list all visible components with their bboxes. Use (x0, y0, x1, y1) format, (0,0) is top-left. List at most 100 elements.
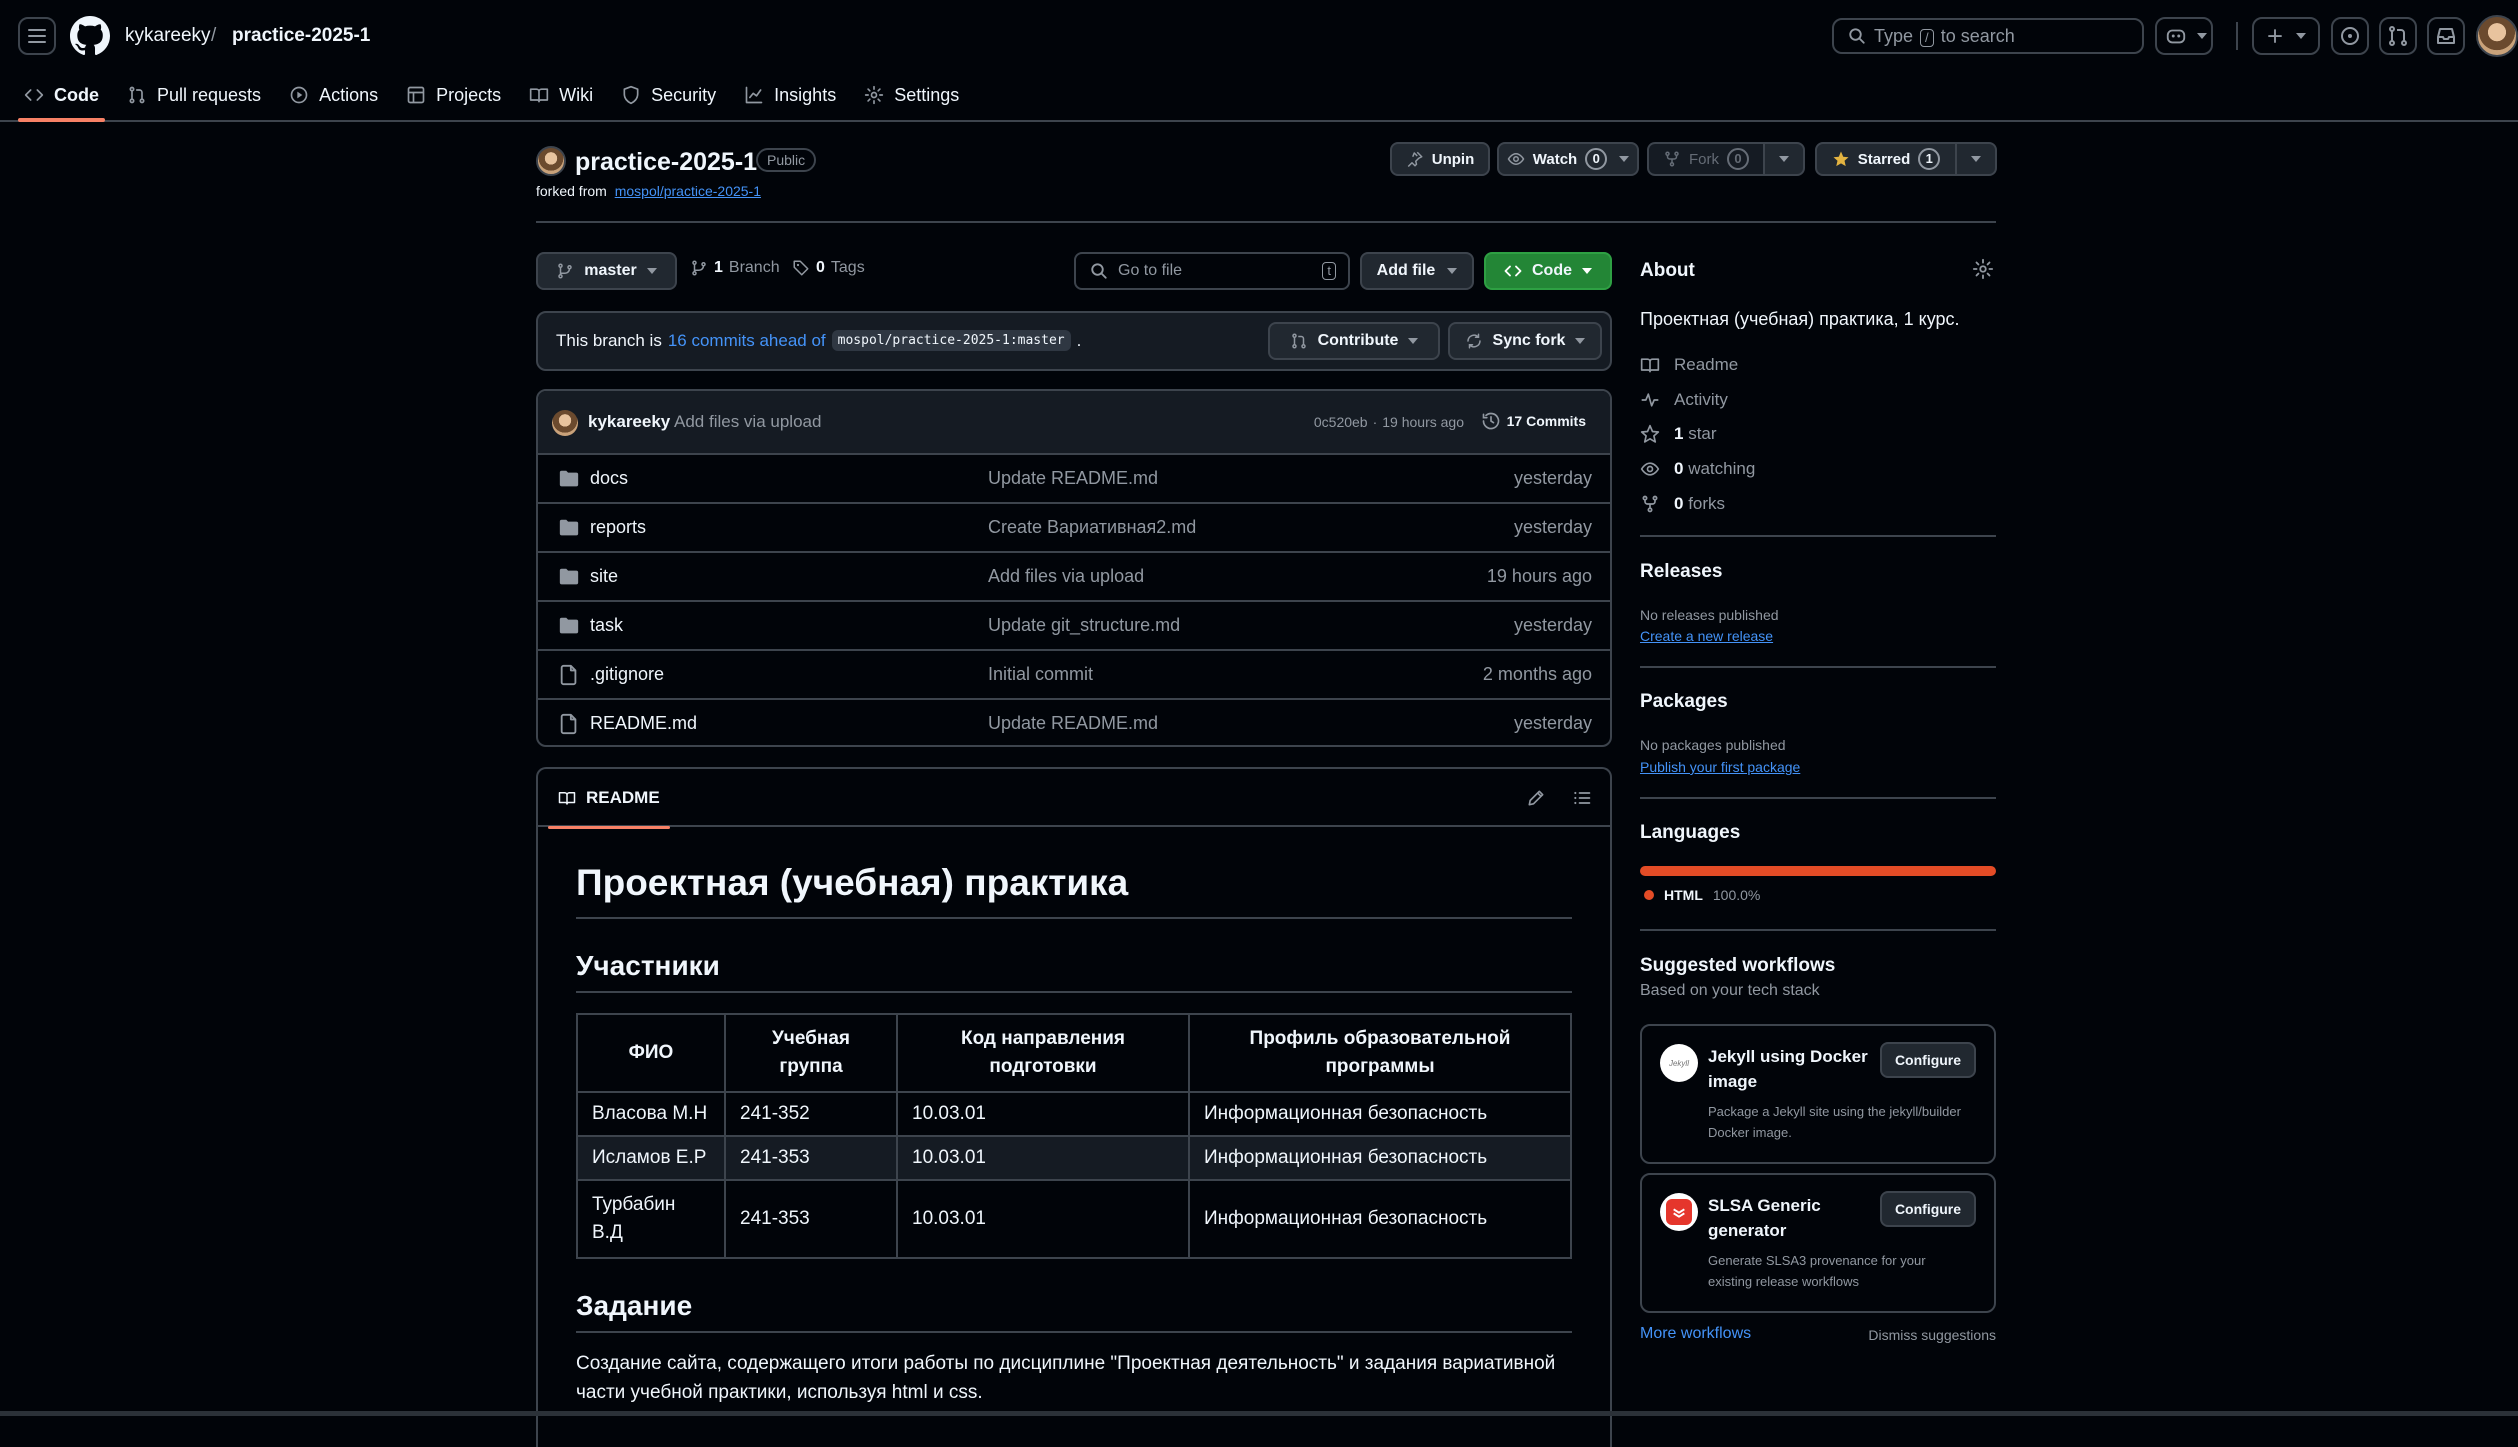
tags-link[interactable]: 0 Tags (792, 259, 865, 277)
workflow-title: Jekyll using Docker image (1708, 1047, 1868, 1091)
fork-dropdown-button[interactable] (1763, 142, 1805, 176)
jekyll-logo-icon: Jekyll (1660, 1044, 1698, 1082)
branch-select-button[interactable]: master (536, 252, 677, 290)
tab-code[interactable]: Code (18, 78, 105, 122)
file-name-link[interactable]: docs (590, 468, 628, 489)
tab-projects[interactable]: Projects (406, 78, 501, 112)
file-row[interactable]: .gitignore Initial commit 2 months ago (538, 649, 1610, 698)
edit-readme-button[interactable] (1522, 784, 1550, 812)
file-name-link[interactable]: README.md (590, 713, 697, 734)
menu-button[interactable] (18, 17, 56, 55)
breadcrumb-separator: / (211, 25, 217, 46)
fork-icon (1665, 151, 1679, 167)
suggested-workflows-subtitle: Based on your tech stack (1640, 982, 1820, 999)
table-cell: Информационная безопасность (1188, 1135, 1572, 1181)
tab-security[interactable]: Security (621, 78, 716, 112)
go-to-file-input[interactable]: Go to file t (1074, 252, 1350, 290)
watching-link[interactable]: 0 watching (1640, 459, 1755, 479)
tab-wiki[interactable]: Wiki (529, 78, 593, 112)
commit-hash[interactable]: 0c520eb (1314, 414, 1368, 430)
tab-insights[interactable]: Insights (744, 78, 836, 112)
commit-message[interactable]: Add files via upload (674, 412, 821, 432)
configure-button[interactable]: Configure (1880, 1191, 1976, 1227)
forked-from: forked from mospol/practice-2025-1 (536, 183, 761, 199)
readme-tab[interactable]: README (548, 769, 670, 829)
fork-button[interactable]: Fork 0 (1647, 142, 1765, 176)
folder-icon (558, 517, 580, 539)
file-name-link[interactable]: reports (590, 517, 646, 538)
issues-button[interactable] (2331, 17, 2369, 55)
book-icon (558, 792, 576, 805)
watch-button[interactable]: Watch 0 (1497, 142, 1639, 176)
forks-link[interactable]: 0 forks (1640, 494, 1725, 514)
file-commit-message[interactable]: Update README.md (988, 468, 1158, 489)
stars-link[interactable]: 1 star (1640, 424, 1717, 444)
tab-label: Code (54, 84, 99, 105)
file-commit-message[interactable]: Create Вариативная2.md (988, 517, 1196, 538)
inbox-button[interactable] (2427, 17, 2465, 55)
commit-author-avatar[interactable] (552, 410, 578, 436)
eye-icon (1507, 152, 1525, 166)
contribute-button[interactable]: Contribute (1268, 322, 1440, 360)
code-button[interactable]: Code (1484, 252, 1612, 290)
outline-button[interactable] (1568, 784, 1596, 812)
pull-request-icon (1291, 333, 1306, 349)
tab-label: Insights (774, 84, 837, 105)
branches-link[interactable]: 1 Branch (690, 259, 780, 277)
star-lists-button[interactable] (1955, 142, 1997, 176)
chevron-down-icon (2197, 33, 2207, 39)
tab-settings[interactable]: Settings (864, 78, 959, 112)
file-commit-message[interactable]: Add files via upload (988, 566, 1144, 587)
more-workflows-link[interactable]: More workflows (1640, 1325, 1751, 1343)
file-name-link[interactable]: .gitignore (590, 664, 664, 685)
configure-button[interactable]: Configure (1880, 1042, 1976, 1078)
releases-title[interactable]: Releases (1640, 561, 1722, 583)
readme-task-text: Создание сайта, содержащего итоги работы… (576, 1353, 1556, 1403)
add-file-button[interactable]: Add file (1360, 252, 1474, 290)
pull-requests-button[interactable] (2379, 17, 2417, 55)
file-row[interactable]: README.md Update README.md yesterday (538, 698, 1610, 745)
user-avatar[interactable] (2476, 15, 2518, 57)
file-commit-message[interactable]: Initial commit (988, 664, 1093, 685)
dismiss-suggestions-link[interactable]: Dismiss suggestions (1868, 1327, 1996, 1343)
language-item[interactable]: HTML 100.0% (1644, 887, 1760, 903)
create-new-button[interactable] (2252, 17, 2320, 55)
tab-actions[interactable]: Actions (289, 78, 378, 112)
slsa-logo-icon (1660, 1193, 1698, 1231)
readme-tab-underline (548, 826, 670, 829)
commits-ahead-link[interactable]: 16 commits ahead of (668, 331, 826, 351)
activity-link[interactable]: Activity (1640, 390, 1728, 410)
packages-title[interactable]: Packages (1640, 691, 1728, 713)
breadcrumb-repo[interactable]: practice-2025-1 (232, 22, 370, 50)
table-header: Профиль образовательной программы (1188, 1013, 1572, 1093)
tab-pull-requests[interactable]: Pull requests (127, 78, 261, 112)
readme-link[interactable]: Readme (1640, 355, 1738, 375)
file-row[interactable]: docs Update README.md yesterday (538, 453, 1610, 502)
file-name-link[interactable]: site (590, 566, 618, 587)
file-row[interactable]: task Update git_structure.md yesterday (538, 600, 1610, 649)
file-name-link[interactable]: task (590, 615, 623, 636)
forked-source-link[interactable]: mospol/practice-2025-1 (615, 183, 761, 199)
breadcrumb-owner[interactable]: kykareeky (125, 22, 211, 50)
create-release-link[interactable]: Create a new release (1640, 628, 1773, 644)
repo-title[interactable]: practice-2025-1 (575, 146, 757, 178)
commit-author[interactable]: kykareeky (588, 412, 670, 432)
copilot-button[interactable] (2155, 17, 2213, 55)
publish-package-link[interactable]: Publish your first package (1640, 759, 1800, 775)
github-logo-icon[interactable] (70, 16, 110, 56)
edit-about-button[interactable] (1972, 258, 1996, 282)
unpin-button[interactable]: Unpin (1390, 142, 1490, 176)
bottom-edge (0, 1411, 2518, 1416)
commits-history-link[interactable]: 17 Commits (1481, 411, 1586, 431)
file-row[interactable]: site Add files via upload 19 hours ago (538, 551, 1610, 600)
repo-owner-avatar[interactable] (536, 146, 566, 176)
file-commit-message[interactable]: Update README.md (988, 713, 1158, 734)
sidebar-divider (1640, 666, 1996, 668)
file-commit-message[interactable]: Update git_structure.md (988, 615, 1180, 636)
global-search-input[interactable]: Type / to search (1832, 18, 2144, 54)
starred-button[interactable]: Starred 1 (1815, 142, 1957, 176)
table-cell: 241-353 (724, 1135, 898, 1181)
sync-fork-button[interactable]: Sync fork (1448, 322, 1602, 360)
pull-request-icon (129, 86, 145, 104)
file-row[interactable]: reports Create Вариативная2.md yesterday (538, 502, 1610, 551)
